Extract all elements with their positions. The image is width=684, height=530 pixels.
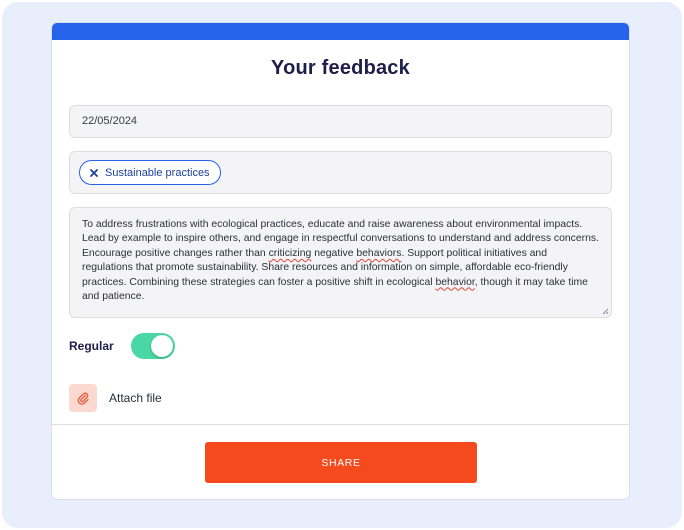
attach-label: Attach file	[109, 391, 162, 405]
misspelled-word: behaviors	[356, 247, 402, 259]
attach-file-button[interactable]: Attach file	[69, 384, 162, 412]
tag-label: Sustainable practices	[105, 166, 210, 179]
attach-icon-box[interactable]	[69, 384, 97, 412]
feedback-card: Your feedback 22/05/2024 Sustainable pra…	[51, 22, 630, 500]
tag-chip[interactable]: Sustainable practices	[79, 160, 221, 185]
tags-field[interactable]: Sustainable practices	[69, 151, 612, 194]
card-accent-bar	[52, 23, 629, 40]
paperclip-icon	[77, 392, 89, 405]
share-button[interactable]: SHARE	[205, 442, 477, 483]
divider	[52, 424, 629, 425]
resize-grip-icon[interactable]	[602, 308, 609, 315]
regular-toggle-row: Regular	[69, 332, 175, 360]
feedback-text: negative	[311, 247, 357, 259]
date-field[interactable]: 22/05/2024	[69, 105, 612, 138]
feedback-textarea[interactable]: To address frustrations with ecological …	[69, 207, 612, 318]
close-icon[interactable]	[89, 168, 99, 178]
toggle-knob	[151, 335, 173, 357]
misspelled-word: criticizing	[268, 247, 312, 259]
toggle-label: Regular	[69, 339, 114, 353]
regular-toggle[interactable]	[131, 333, 175, 359]
form-title: Your feedback	[271, 57, 410, 79]
misspelled-word: behavior	[435, 276, 475, 288]
